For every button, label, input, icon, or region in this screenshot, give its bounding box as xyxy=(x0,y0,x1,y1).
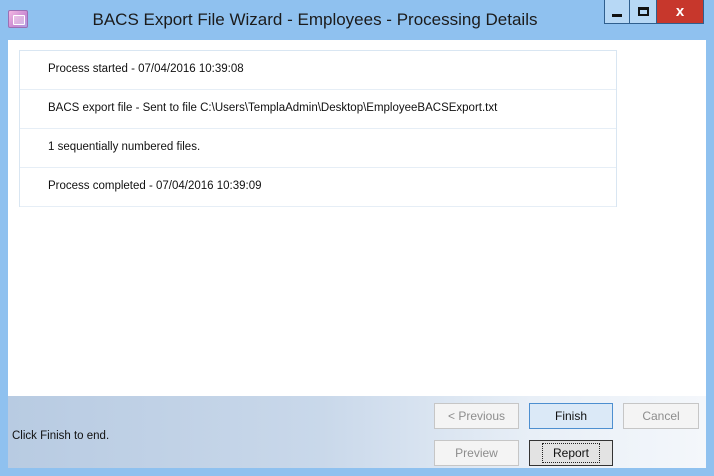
close-icon: x xyxy=(675,3,685,20)
report-button-label: Report xyxy=(541,443,601,463)
cancel-button[interactable]: Cancel xyxy=(623,403,699,429)
maximize-icon xyxy=(637,7,649,16)
minimize-button[interactable] xyxy=(604,0,630,24)
wizard-footer: Click Finish to end. < Previous Finish C… xyxy=(8,396,706,468)
minimize-icon xyxy=(612,14,622,17)
previous-button[interactable]: < Previous xyxy=(434,403,519,429)
wizard-content: Process started - 07/04/2016 10:39:08 BA… xyxy=(8,40,706,468)
log-line: 1 sequentially numbered files. xyxy=(20,129,616,168)
window-title: BACS Export File Wizard - Employees - Pr… xyxy=(92,10,538,29)
finish-button[interactable]: Finish xyxy=(529,403,613,429)
report-button[interactable]: Report xyxy=(529,440,613,466)
processing-log: Process started - 07/04/2016 10:39:08 BA… xyxy=(19,50,617,207)
close-button[interactable]: x xyxy=(657,0,704,24)
status-message: Click Finish to end. xyxy=(12,430,110,442)
log-line: BACS export file - Sent to file C:\Users… xyxy=(20,90,616,129)
wizard-window: BACS Export File Wizard - Employees - Pr… xyxy=(0,0,714,476)
maximize-button[interactable] xyxy=(630,0,657,24)
log-line: Process completed - 07/04/2016 10:39:09 xyxy=(20,168,616,207)
preview-button[interactable]: Preview xyxy=(434,440,519,466)
log-line: Process started - 07/04/2016 10:39:08 xyxy=(20,51,616,90)
title-bar[interactable]: BACS Export File Wizard - Employees - Pr… xyxy=(0,0,714,40)
